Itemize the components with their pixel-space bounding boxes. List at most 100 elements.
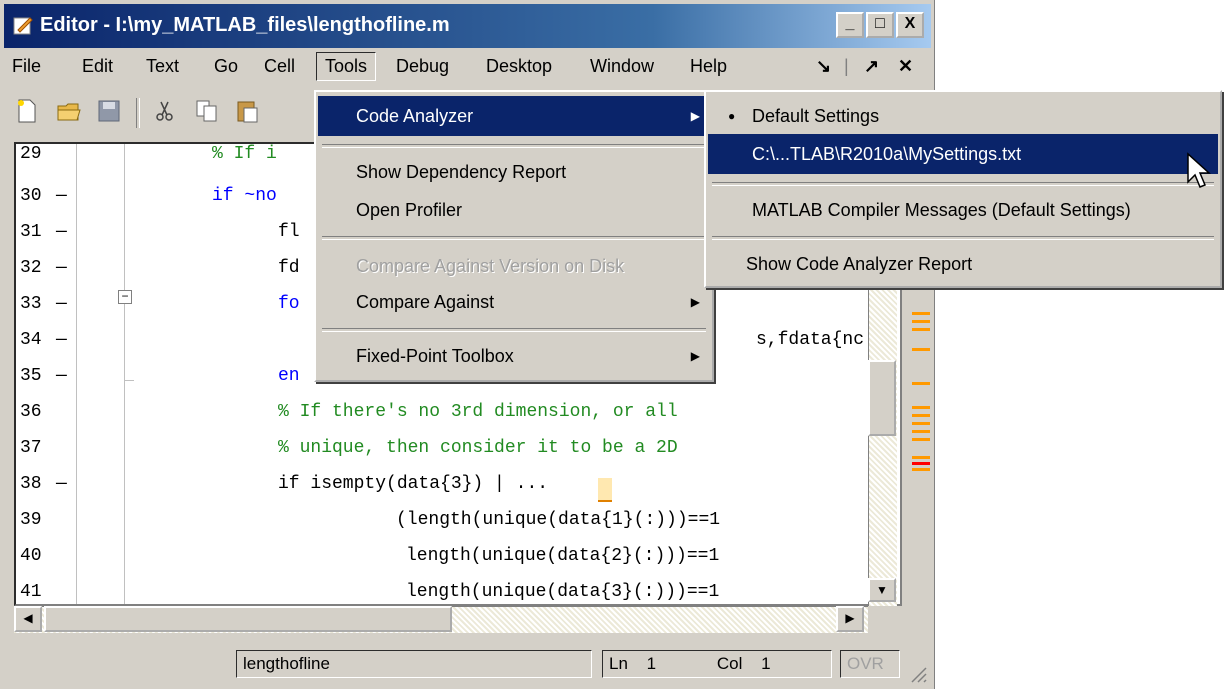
code-analyzer-submenu: ● Default Settings C:\...TLAB\R2010a\MyS… — [704, 90, 1222, 288]
line-number: 39 — [20, 510, 42, 530]
line-value: 1 — [646, 654, 657, 673]
menu-item-fixed-point[interactable]: Fixed-Point Toolbox ▶ — [318, 336, 710, 376]
line-number: 34 — [20, 330, 42, 350]
maximize-button[interactable]: □ — [866, 12, 894, 38]
line-number: 40 — [20, 546, 42, 566]
menu-item-compiler-messages[interactable]: MATLAB Compiler Messages (Default Settin… — [708, 190, 1218, 230]
column-label: Col — [716, 654, 743, 673]
toolbar-separator — [136, 98, 140, 128]
overwrite-indicator: OVR — [840, 650, 900, 678]
scroll-left-button[interactable]: ◀ — [14, 606, 42, 632]
warning-marker[interactable] — [912, 468, 930, 471]
horizontal-scroll-thumb[interactable] — [44, 606, 452, 632]
breakpoint-dash[interactable]: — — [56, 330, 67, 350]
menu-item-dependency-report[interactable]: Show Dependency Report — [318, 152, 710, 192]
warning-marker[interactable] — [912, 328, 930, 331]
code-line: length(unique(data{3}(:)))==1 — [406, 582, 720, 602]
menu-item-compare-disk: Compare Against Version on Disk — [356, 256, 625, 276]
code-line: fl — [278, 222, 300, 242]
menu-cell[interactable]: Cell — [264, 56, 295, 77]
vertical-scroll-thumb[interactable] — [868, 360, 896, 436]
dock-icon[interactable]: ↗ — [864, 56, 879, 77]
line-number: 31 — [20, 222, 42, 242]
cut-icon[interactable] — [152, 98, 178, 124]
open-folder-icon[interactable] — [56, 98, 82, 124]
breakpoint-dash[interactable]: — — [56, 366, 67, 386]
line-number: 37 — [20, 438, 42, 458]
line-number: 33 — [20, 294, 42, 314]
menu-tools[interactable]: Tools — [316, 52, 377, 81]
undock-icon[interactable]: ↘ — [816, 56, 831, 77]
status-filename: lengthofline — [236, 650, 592, 678]
line-number: 35 — [20, 366, 42, 386]
code-line: fo — [278, 294, 300, 314]
menu-item-label: Fixed-Point Toolbox — [356, 346, 514, 366]
menu-desktop[interactable]: Desktop — [486, 56, 552, 77]
breakpoint-dash[interactable]: — — [56, 186, 67, 206]
submenu-arrow-icon: ▶ — [690, 295, 700, 309]
code-line: (length(unique(data{1}(:)))==1 — [396, 510, 721, 530]
paste-icon[interactable] — [234, 98, 260, 124]
menu-item-open-profiler[interactable]: Open Profiler — [318, 190, 710, 230]
code-line: length(unique(data{2}(:)))==1 — [406, 546, 720, 566]
warning-highlight[interactable] — [598, 478, 612, 502]
window-title: Editor - I:\my_MATLAB_files\lengthofline… — [40, 14, 450, 36]
menu-item-label: Default Settings — [752, 106, 880, 126]
error-marker[interactable] — [912, 462, 930, 465]
save-icon[interactable] — [96, 98, 122, 124]
menu-item-label: Code Analyzer — [356, 106, 474, 126]
warning-marker[interactable] — [912, 406, 930, 409]
breakpoint-dash[interactable]: — — [56, 294, 67, 314]
resize-grip-icon[interactable] — [906, 662, 928, 684]
checked-bullet-icon: ● — [728, 109, 736, 123]
menu-separator — [712, 182, 1214, 186]
warning-marker[interactable] — [912, 438, 930, 441]
line-number: 36 — [20, 402, 42, 422]
minimize-button[interactable]: _ — [836, 12, 864, 38]
gutter-divider — [76, 144, 77, 604]
warning-marker[interactable] — [912, 456, 930, 459]
line-number: 38 — [20, 474, 42, 494]
line-number: 32 — [20, 258, 42, 278]
menu-debug[interactable]: Debug — [396, 56, 449, 77]
submenu-arrow-icon: ▶ — [690, 109, 700, 123]
close-button[interactable]: X — [896, 12, 924, 38]
warning-marker[interactable] — [912, 320, 930, 323]
breakpoint-dash[interactable]: — — [56, 222, 67, 242]
scroll-right-button[interactable]: ▶ — [836, 606, 864, 632]
copy-icon[interactable] — [194, 98, 220, 124]
menu-text[interactable]: Text — [146, 56, 179, 77]
code-line: if isempty(data{3}) | ... — [278, 474, 549, 494]
breakpoint-dash[interactable]: — — [56, 258, 67, 278]
line-gutter: 29 30 31 32 33 34 35 36 37 38 39 40 41 —… — [16, 144, 136, 604]
warning-marker[interactable] — [912, 430, 930, 433]
menu-item-code-analyzer[interactable]: Code Analyzer ▶ — [318, 96, 710, 136]
menu-item-default-settings[interactable]: ● Default Settings — [708, 96, 1218, 136]
status-position: Ln 1 Col 1 — [602, 650, 832, 678]
code-line: fd — [278, 258, 300, 278]
menu-item-compare-against[interactable]: Compare Against ▶ — [318, 282, 710, 322]
mouse-cursor-icon — [1187, 152, 1211, 188]
menu-file[interactable]: File — [12, 56, 41, 77]
menu-help[interactable]: Help — [690, 56, 727, 77]
breakpoint-dash[interactable]: — — [56, 474, 67, 494]
title-bar[interactable]: Editor - I:\my_MATLAB_files\lengthofline… — [4, 4, 931, 48]
warning-marker[interactable] — [912, 312, 930, 315]
menu-item-code-analyzer-report[interactable]: Show Code Analyzer Report — [708, 244, 1218, 284]
line-number: 41 — [20, 582, 42, 602]
new-file-icon[interactable] — [14, 98, 40, 124]
menu-edit[interactable]: Edit — [82, 56, 113, 77]
warning-marker[interactable] — [912, 422, 930, 425]
close-document-icon[interactable]: ✕ — [898, 56, 913, 77]
scroll-down-button[interactable]: ▼ — [868, 578, 896, 602]
menu-separator — [322, 328, 706, 332]
warning-marker[interactable] — [912, 414, 930, 417]
menu-go[interactable]: Go — [214, 56, 238, 77]
warning-marker[interactable] — [912, 348, 930, 351]
fold-toggle-icon[interactable]: − — [118, 290, 132, 304]
status-bar: lengthofline Ln 1 Col 1 OVR — [4, 644, 931, 684]
warning-marker[interactable] — [912, 382, 930, 385]
menu-window[interactable]: Window — [590, 56, 654, 77]
code-line: if ~no — [212, 186, 277, 206]
menu-item-my-settings[interactable]: C:\...TLAB\R2010a\MySettings.txt — [708, 134, 1218, 174]
